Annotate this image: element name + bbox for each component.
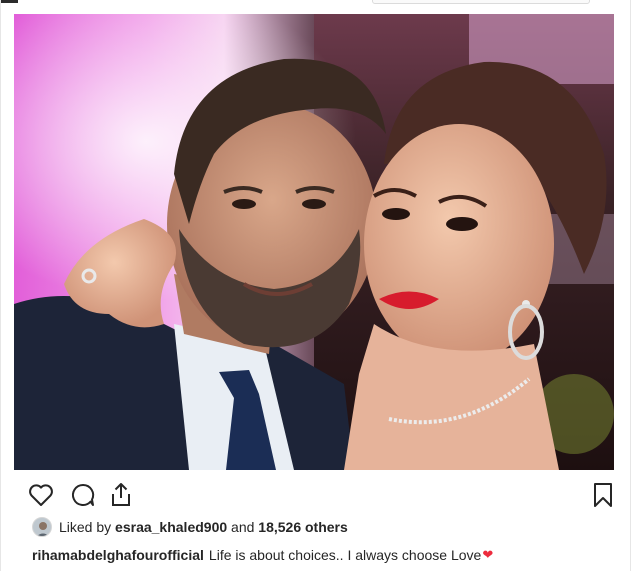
post-photo[interactable]: [14, 14, 614, 470]
comment-bubble-icon: [72, 483, 95, 506]
liker-avatar-image: [33, 518, 51, 536]
likes-prefix: Liked by: [59, 519, 112, 535]
bookmark-icon: [594, 483, 612, 507]
comment-button[interactable]: [68, 480, 98, 510]
top-left-fragment: [0, 0, 18, 3]
save-button[interactable]: [588, 480, 618, 510]
caption-username[interactable]: rihamabdelghafourofficial: [32, 547, 204, 563]
likes-connector: and: [231, 519, 255, 535]
liker-username[interactable]: esraa_khaled900: [115, 519, 227, 535]
share-upload-icon: [112, 483, 130, 506]
top-strip: [0, 0, 632, 14]
search-box-fragment[interactable]: [372, 0, 590, 4]
likes-summary: Liked by esraa_khaled900 and 18,526 othe…: [32, 516, 348, 538]
post-actions: [14, 478, 614, 512]
post-photo-illustration: [14, 14, 614, 470]
like-button[interactable]: [26, 480, 56, 510]
liker-avatar[interactable]: [32, 517, 52, 537]
share-button[interactable]: [106, 480, 136, 510]
heart-outline-icon: [29, 484, 53, 506]
frame-border-right: [630, 0, 631, 571]
frame-border-left: [0, 0, 1, 571]
caption-text: Life is about choices.. I always choose …: [208, 547, 482, 563]
instagram-post-page: Liked by esraa_khaled900 and 18,526 othe…: [0, 0, 632, 571]
heart-emoji: ❤: [482, 547, 494, 562]
post-caption: rihamabdelghafourofficial Life is about …: [32, 545, 493, 565]
likes-count[interactable]: 18,526 others: [258, 519, 348, 535]
